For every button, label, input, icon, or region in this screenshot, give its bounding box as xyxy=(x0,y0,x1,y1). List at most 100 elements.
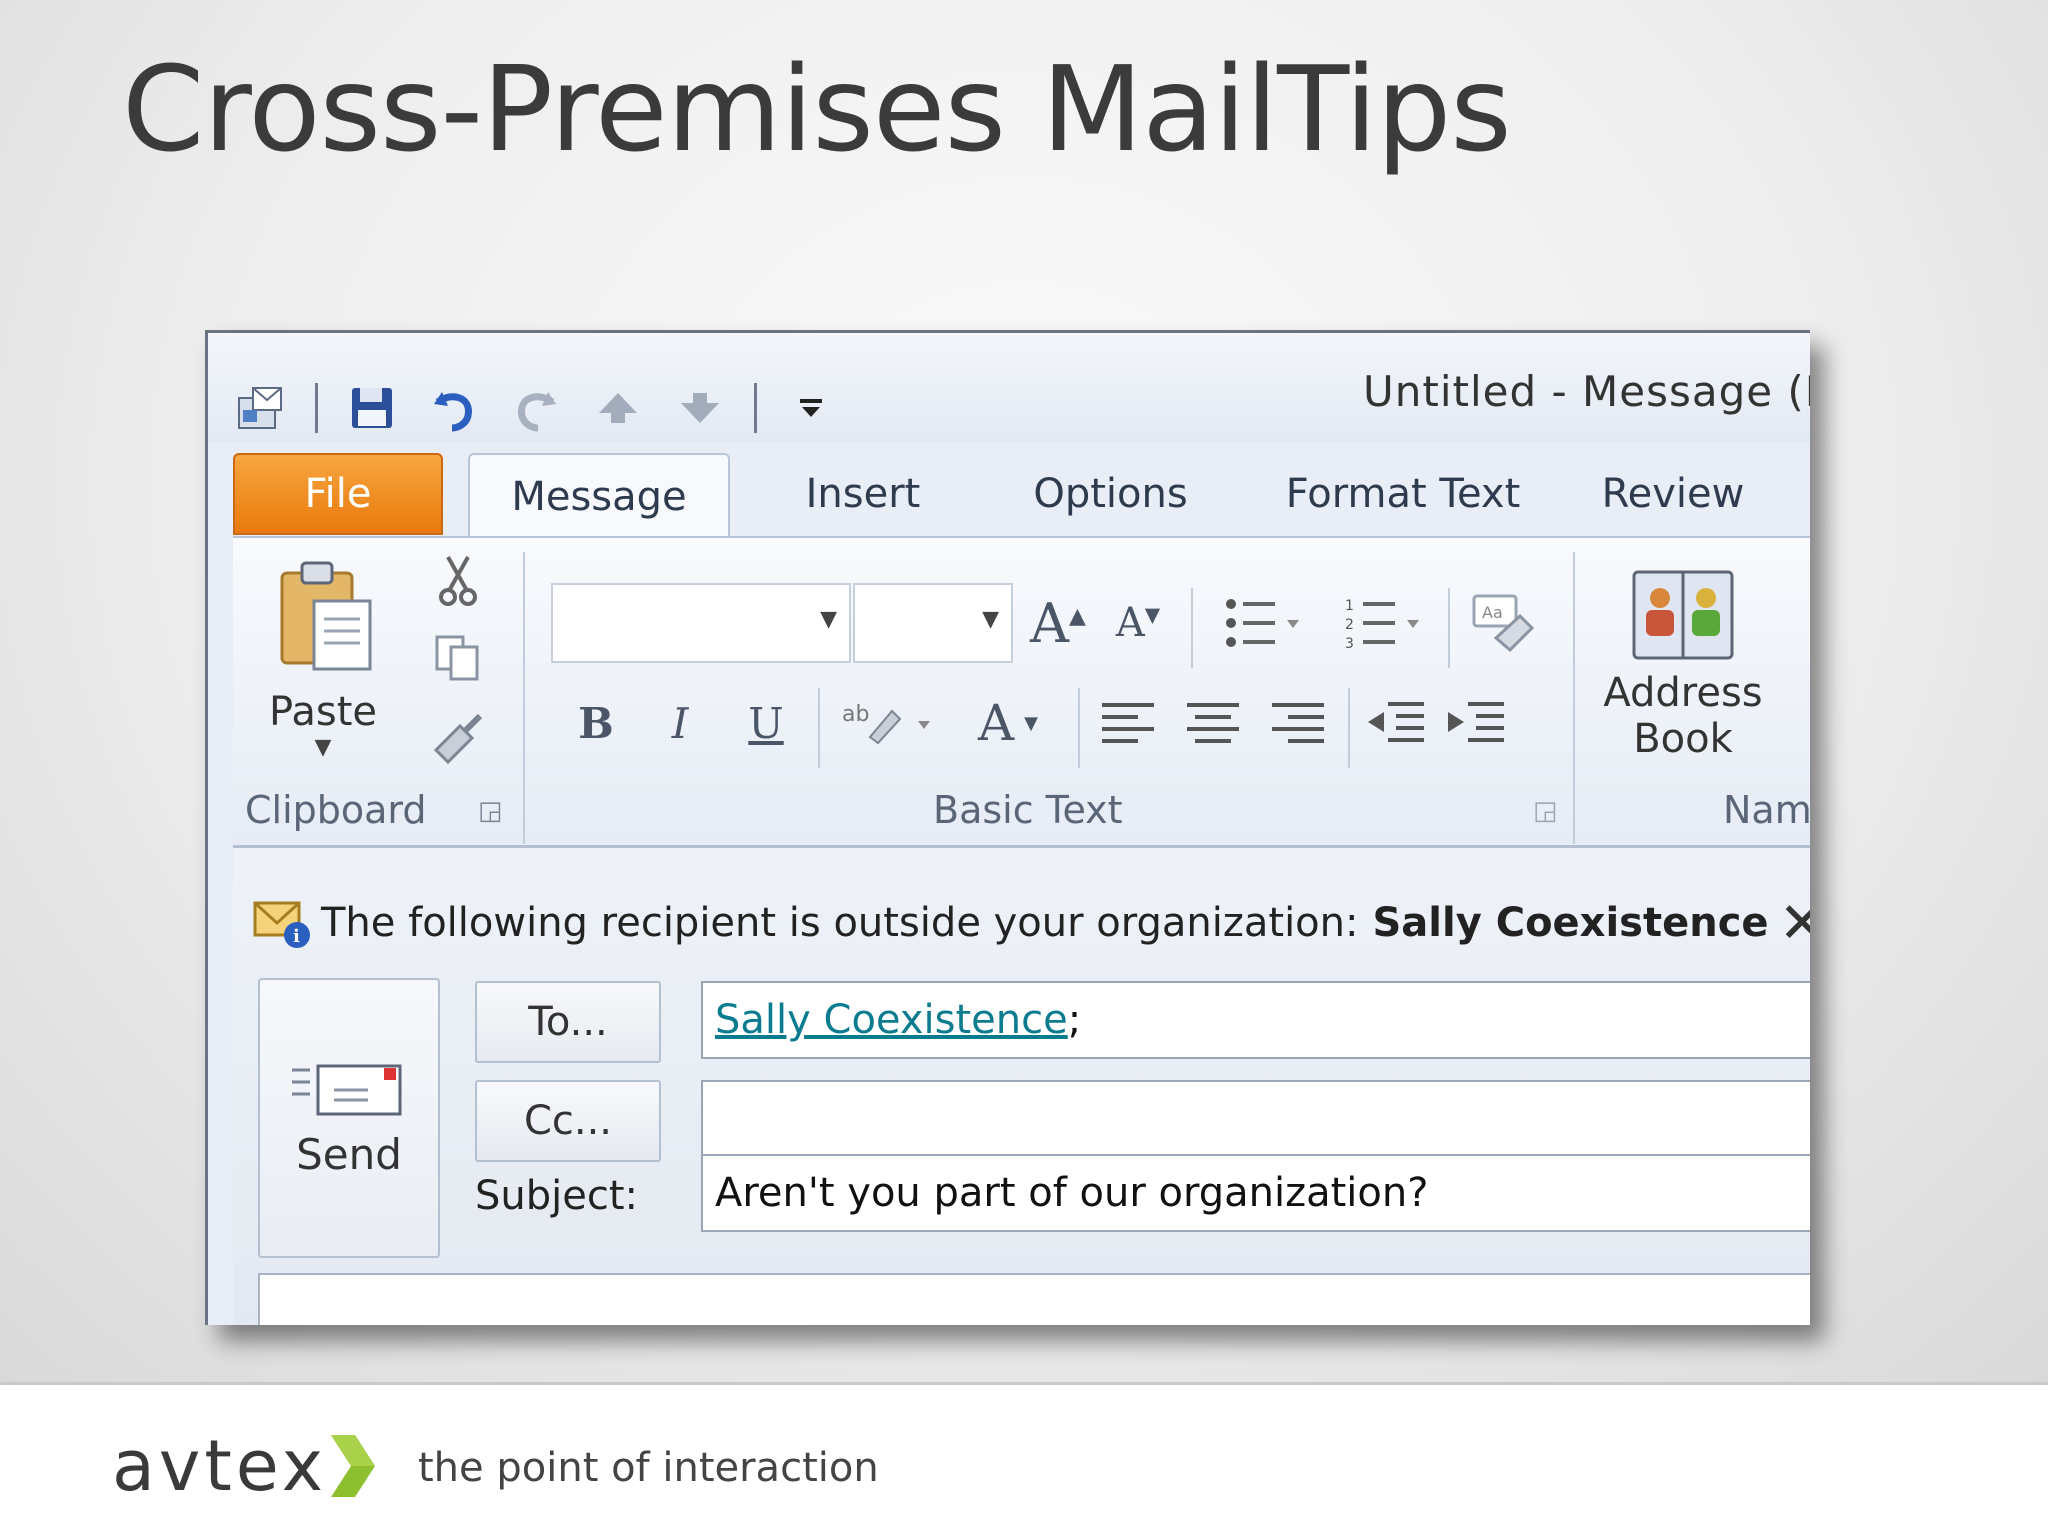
tab-format-text[interactable]: Format Text xyxy=(1253,453,1553,535)
font-size-combo[interactable]: ▼ xyxy=(853,583,1013,663)
font-name-combo[interactable]: ▼ xyxy=(551,583,851,663)
message-body[interactable] xyxy=(258,1273,1810,1325)
bullets-button[interactable] xyxy=(1213,588,1313,658)
numbering-icon: 1 2 3 xyxy=(1345,598,1419,650)
svg-text:1: 1 xyxy=(1345,598,1354,614)
svg-text:ab: ab xyxy=(842,702,869,727)
shrink-font-button[interactable]: A▼ xyxy=(1103,588,1173,658)
shrink-font-icon: A▼ xyxy=(1115,600,1161,646)
chevron-down-icon: ▼ xyxy=(1024,712,1038,734)
close-icon[interactable]: ✕ xyxy=(1779,891,1810,956)
group-separator xyxy=(1448,588,1450,668)
svg-text:3: 3 xyxy=(1345,636,1354,650)
subject-label: Subject: xyxy=(475,1173,639,1219)
address-book-label-line2: Book xyxy=(1633,716,1733,762)
slide-title: Cross-Premises MailTips xyxy=(122,40,1512,178)
group-separator xyxy=(1078,688,1080,768)
copy-button[interactable] xyxy=(428,628,488,688)
clipboard-launcher-icon[interactable]: ◲ xyxy=(478,796,503,826)
underline-icon: U xyxy=(748,698,784,748)
clipboard-group-label: Clipboard xyxy=(245,788,427,832)
customize-toolbar-icon[interactable] xyxy=(783,380,839,436)
tab-message[interactable]: Message xyxy=(468,453,730,539)
underline-button[interactable]: U xyxy=(731,688,801,758)
toolbar-separator xyxy=(754,383,757,433)
chevron-down-icon: ▼ xyxy=(314,734,332,760)
highlight-button[interactable]: ab xyxy=(833,688,943,758)
increase-indent-button[interactable] xyxy=(1441,688,1511,758)
bold-button[interactable]: B xyxy=(561,688,631,758)
italic-icon: I xyxy=(671,698,689,748)
save-icon[interactable] xyxy=(344,380,400,436)
tab-file[interactable]: File xyxy=(233,453,443,535)
mailtip-recipient: Sally Coexistence xyxy=(1372,900,1769,946)
decrease-indent-button[interactable] xyxy=(1361,688,1431,758)
decrease-indent-icon xyxy=(1368,702,1424,742)
font-color-button[interactable]: A ▼ xyxy=(958,688,1058,758)
previous-item-icon[interactable] xyxy=(590,380,646,436)
svg-text:i: i xyxy=(293,926,300,947)
clear-formatting-button[interactable]: Aa xyxy=(1463,588,1543,658)
svg-text:Aa: Aa xyxy=(1482,603,1503,622)
group-separator xyxy=(1348,688,1350,768)
send-button[interactable]: Send xyxy=(258,978,440,1258)
numbering-button[interactable]: 1 2 3 xyxy=(1333,588,1433,658)
align-center-icon xyxy=(1187,703,1239,743)
scissors-icon xyxy=(439,556,477,606)
window-title: Untitled - Message (H xyxy=(1363,367,1810,416)
avtex-logo: avtex xyxy=(112,1425,377,1507)
chevron-down-icon: ▼ xyxy=(820,607,837,632)
footer-tagline: the point of interaction xyxy=(418,1445,879,1491)
undo-icon[interactable] xyxy=(426,380,482,436)
address-book-button[interactable]: Address Book xyxy=(1593,548,1773,778)
next-item-icon[interactable] xyxy=(672,380,728,436)
logo-wordmark: avtex xyxy=(112,1425,328,1507)
ribbon-tabs: File Message Insert Options Format Text … xyxy=(233,453,1810,539)
bullets-icon xyxy=(1226,599,1299,647)
group-separator xyxy=(1573,552,1575,844)
basic-text-launcher-icon[interactable]: ◲ xyxy=(1533,796,1558,826)
cc-button[interactable]: Cc... xyxy=(475,1080,661,1162)
mailtip-bar: i The following recipient is outside you… xyxy=(253,888,1810,958)
align-right-button[interactable] xyxy=(1263,688,1333,758)
group-separator xyxy=(523,552,525,844)
tab-options[interactable]: Options xyxy=(993,453,1228,535)
svg-text:2: 2 xyxy=(1345,617,1354,633)
names-group-label: Nam xyxy=(1723,788,1810,832)
paste-label: Paste xyxy=(269,688,377,735)
tab-insert[interactable]: Insert xyxy=(763,453,963,535)
subject-field[interactable]: Aren't you part of our organization? xyxy=(701,1154,1810,1232)
cut-button[interactable] xyxy=(428,550,488,610)
align-right-icon xyxy=(1272,703,1324,743)
chevron-down-icon: ▼ xyxy=(982,607,999,632)
highlighter-icon: ab xyxy=(842,702,930,745)
to-recipient-link[interactable]: Sally Coexistence xyxy=(715,997,1068,1043)
align-left-button[interactable] xyxy=(1093,688,1163,758)
tab-review[interactable]: Review xyxy=(1578,453,1768,535)
title-bar: Untitled - Message (H xyxy=(208,333,1810,443)
paste-icon xyxy=(280,561,372,670)
grow-font-button[interactable]: A▲ xyxy=(1023,588,1093,658)
paste-button[interactable]: Paste ▼ xyxy=(253,548,393,768)
ribbon: Paste ▼ Clipboard ◲ ▼ ▼ A▲ A▼ 1 2 3 Aa B… xyxy=(233,536,1810,848)
to-button[interactable]: To... xyxy=(475,981,661,1063)
center-button[interactable] xyxy=(1178,688,1248,758)
to-field[interactable]: Sally Coexistence; xyxy=(701,981,1810,1059)
address-book-label-line1: Address xyxy=(1603,670,1763,716)
format-painter-button[interactable] xyxy=(428,708,488,768)
italic-button[interactable]: I xyxy=(645,688,715,758)
outlook-window-icon[interactable] xyxy=(233,380,289,436)
copy-icon xyxy=(435,635,479,681)
to-recipient-separator: ; xyxy=(1067,997,1082,1043)
quick-access-toolbar xyxy=(233,373,839,443)
address-book-icon xyxy=(1632,570,1734,660)
grow-font-icon: A▲ xyxy=(1030,591,1086,655)
outlook-message-window: Untitled - Message (H File Message Inser… xyxy=(205,330,1810,1325)
send-icon xyxy=(292,1064,402,1116)
font-color-icon: A xyxy=(978,694,1015,752)
send-label: Send xyxy=(296,1130,402,1179)
bold-icon: B xyxy=(578,698,614,748)
compose-area: i The following recipient is outside you… xyxy=(233,848,1810,1325)
redo-icon[interactable] xyxy=(508,380,564,436)
cc-field[interactable] xyxy=(701,1080,1810,1158)
